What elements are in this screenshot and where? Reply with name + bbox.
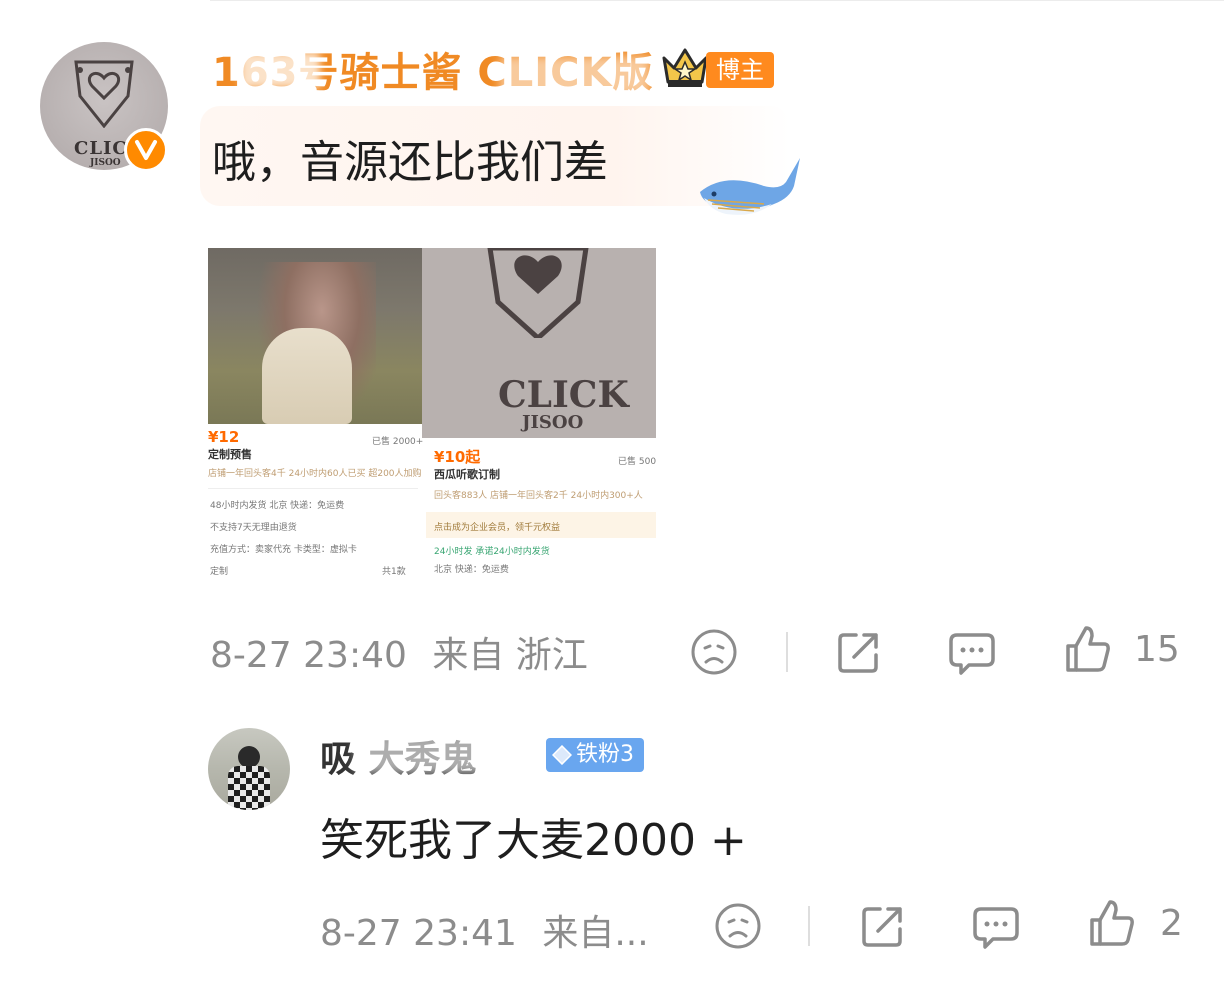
- like-icon: [1066, 626, 1110, 672]
- avatar-logo-sub: JISOO: [90, 158, 121, 168]
- username-mosaic: [240, 52, 320, 88]
- left-row: 48小时内发货 北京 快递：免运费: [210, 501, 345, 511]
- like-count: 2: [1160, 902, 1183, 944]
- whale-sticker: [700, 158, 800, 215]
- action-separator: [808, 906, 810, 946]
- left-row: 定制: [210, 567, 229, 577]
- top-divider: [210, 0, 1224, 1]
- like-count: 15: [1134, 628, 1180, 670]
- reply-avatar[interactable]: [208, 728, 290, 810]
- timestamp: 8-27 23:40: [210, 635, 407, 676]
- right-row: 24小时发 承诺24小时内发货: [434, 547, 550, 557]
- right-sold: 已售 5000: [618, 457, 656, 467]
- reply-text: 笑死我了大麦2000 +: [320, 815, 747, 866]
- photo-right: CLICK JISOO: [422, 248, 656, 438]
- share-icon[interactable]: [834, 627, 884, 677]
- username-mosaic: [356, 734, 556, 774]
- fan-badge: 铁粉3: [546, 738, 644, 772]
- left-sold: 已售 2000+: [372, 437, 424, 447]
- product-logo-sub: JISOO: [522, 412, 584, 433]
- right-price: ¥10起: [434, 448, 481, 466]
- left-price: ¥12: [208, 428, 240, 446]
- username-mosaic: [500, 56, 650, 96]
- left-row: 不支持7天无理由退货: [210, 523, 297, 533]
- comment-icon[interactable]: [971, 901, 1021, 951]
- like-button[interactable]: 2: [1086, 898, 1183, 948]
- comment-text: 哦，音源还比我们差: [212, 137, 608, 188]
- comment-meta: 8-27 23:40 来自 浙江: [210, 626, 588, 678]
- left-title: 定制预售: [208, 448, 252, 461]
- right-title: 西瓜听歌订制: [434, 468, 500, 481]
- share-icon[interactable]: [858, 901, 908, 951]
- like-button[interactable]: 15: [1062, 624, 1180, 674]
- right-row: 点击成为企业会员，领千元权益: [434, 523, 561, 533]
- left-row: 充值方式：卖家代充 卡类型：虚拟卡: [210, 545, 357, 555]
- blogger-badge: 博主: [706, 52, 774, 88]
- heart-crest-icon: [487, 248, 589, 338]
- divider: [208, 488, 418, 489]
- comment-icon[interactable]: [947, 627, 997, 677]
- reply-meta: 8-27 23:41 来自...: [320, 904, 649, 956]
- diamond-icon: [552, 745, 572, 765]
- location: 来自 浙江: [432, 635, 588, 676]
- photo-dress: [262, 328, 352, 424]
- right-meta: 回头客883人 店铺一年回头客2千 24小时内300+人: [434, 491, 643, 501]
- action-separator: [786, 632, 788, 672]
- right-row: 北京 快递：免运费: [434, 565, 509, 575]
- crown-icon: [662, 48, 708, 87]
- like-icon: [1090, 900, 1134, 946]
- verified-v-icon: [124, 128, 168, 172]
- heart-crest-icon: [74, 60, 134, 128]
- timestamp: 8-27 23:41: [320, 913, 517, 954]
- dislike-face-icon[interactable]: [689, 627, 739, 677]
- fan-badge-label: 铁粉3: [576, 742, 634, 767]
- product-logo-text: CLICK: [498, 374, 629, 416]
- dislike-face-icon[interactable]: [713, 901, 763, 951]
- attached-image[interactable]: CLICK JISOO ¥12 已售 2000+ 定制预售 店铺一年回头客4千 …: [208, 248, 656, 578]
- left-row-right: 共1款: [382, 567, 406, 577]
- location: 来自...: [542, 913, 649, 954]
- left-meta: 店铺一年回头客4千 24小时内60人已买 超200人加购: [208, 469, 422, 479]
